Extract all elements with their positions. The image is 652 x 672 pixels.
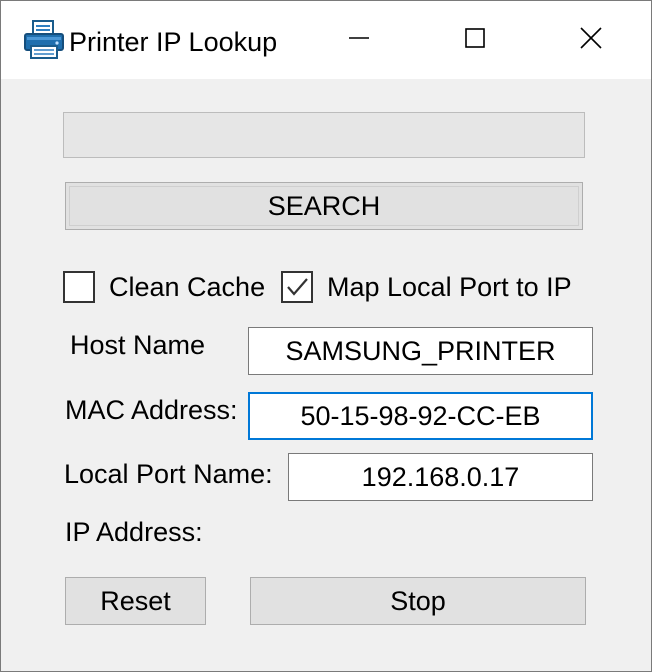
- local-port-label: Local Port Name:: [64, 459, 273, 489]
- clean-cache-label: Clean Cache: [109, 271, 266, 302]
- search-button[interactable]: SEARCH: [65, 182, 583, 230]
- host-name-label: Host Name: [70, 330, 206, 360]
- app-window: Printer IP Lookup SEARCH Clean Cache Map…: [0, 0, 652, 672]
- close-button[interactable]: [545, 1, 637, 79]
- mac-address-label: MAC Address:: [65, 395, 238, 425]
- checkmark-icon: [287, 278, 308, 296]
- local-port-field[interactable]: [288, 453, 593, 501]
- printer-icon: [23, 19, 65, 61]
- host-name-field[interactable]: [248, 327, 593, 375]
- search-progress-bar: [63, 112, 585, 158]
- clean-cache-checkbox-box[interactable]: [63, 271, 95, 303]
- stop-button[interactable]: Stop: [250, 577, 586, 625]
- ip-address-label: IP Address:: [65, 517, 203, 547]
- minimize-icon: [347, 26, 371, 55]
- maximize-button[interactable]: [429, 1, 521, 79]
- map-port-checkbox-box[interactable]: [281, 271, 313, 303]
- title-bar[interactable]: Printer IP Lookup: [1, 1, 651, 79]
- minimize-button[interactable]: [313, 1, 405, 79]
- map-port-label: Map Local Port to IP: [327, 271, 572, 302]
- close-icon: [579, 26, 603, 55]
- window-title: Printer IP Lookup: [69, 27, 278, 57]
- maximize-icon: [463, 26, 487, 55]
- map-port-checkbox[interactable]: Map Local Port to IP: [281, 269, 572, 305]
- reset-button[interactable]: Reset: [65, 577, 206, 625]
- mac-address-field[interactable]: [248, 392, 593, 440]
- clean-cache-checkbox[interactable]: Clean Cache: [63, 269, 265, 305]
